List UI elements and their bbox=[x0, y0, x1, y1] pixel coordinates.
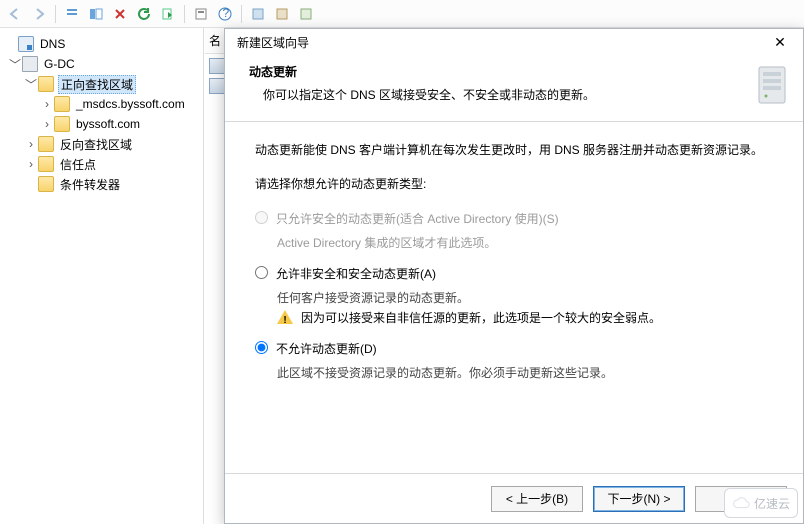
dialog-subheading: 你可以指定这个 DNS 区域接受安全、不安全或非动态的更新。 bbox=[249, 86, 747, 103]
tree-label: G-DC bbox=[42, 57, 77, 71]
dialog-body: 动态更新能使 DNS 客户端计算机在每次发生更改时，用 DNS 服务器注册并动态… bbox=[225, 122, 803, 473]
show-hide-tree-button[interactable] bbox=[85, 3, 107, 25]
svg-text:?: ? bbox=[223, 7, 230, 20]
radio-nonsecure-and-secure[interactable]: 允许非安全和安全动态更新(A) bbox=[255, 264, 779, 284]
server-illustration-icon bbox=[753, 63, 791, 107]
expand-toggle[interactable]: ﹀ bbox=[24, 76, 38, 93]
tree-label: 反向查找区域 bbox=[58, 136, 134, 153]
prompt-text: 请选择你想允许的动态更新类型: bbox=[255, 174, 779, 194]
warning-icon bbox=[277, 310, 293, 324]
dialog-titlebar: 新建区域向导 ✕ bbox=[225, 29, 803, 55]
new-zone-wizard-dialog: 新建区域向导 ✕ 动态更新 你可以指定这个 DNS 区域接受安全、不安全或非动态… bbox=[224, 28, 804, 524]
properties-button[interactable] bbox=[190, 3, 212, 25]
dialog-header: 动态更新 你可以指定这个 DNS 区域接受安全、不安全或非动态的更新。 bbox=[225, 55, 803, 122]
tree-zone-byssoft[interactable]: › byssoft.com bbox=[0, 114, 203, 134]
folder-icon bbox=[38, 76, 54, 92]
expand-toggle[interactable]: ﹀ bbox=[8, 56, 22, 73]
expand-toggle[interactable]: › bbox=[24, 137, 38, 151]
cloud-icon bbox=[732, 494, 750, 512]
list-item[interactable] bbox=[209, 78, 225, 94]
radio-secure-only: 只允许安全的动态更新(适合 Active Directory 使用)(S) bbox=[255, 209, 779, 229]
zone-icon bbox=[54, 116, 70, 132]
watermark: 亿速云 bbox=[724, 488, 798, 518]
tree-zone-msdcs[interactable]: › _msdcs.byssoft.com bbox=[0, 94, 203, 114]
tree-server[interactable]: ﹀ G-DC bbox=[0, 54, 203, 74]
tree-label: _msdcs.byssoft.com bbox=[74, 97, 187, 111]
radio-group: 只允许安全的动态更新(适合 Active Directory 使用)(S) Ac… bbox=[255, 209, 779, 384]
folder-icon bbox=[38, 156, 54, 172]
forward-button[interactable] bbox=[28, 3, 50, 25]
back-button[interactable] bbox=[4, 3, 26, 25]
server-icon bbox=[22, 56, 38, 72]
mmc-toolbar: ? bbox=[0, 0, 804, 28]
intro-text: 动态更新能使 DNS 客户端计算机在每次发生更改时，用 DNS 服务器注册并动态… bbox=[255, 140, 779, 160]
delete-button[interactable] bbox=[109, 3, 131, 25]
radio-no-dynamic-updates[interactable]: 不允许动态更新(D) bbox=[255, 339, 779, 359]
filter3-button[interactable] bbox=[295, 3, 317, 25]
list-item[interactable] bbox=[209, 58, 225, 74]
dialog-footer: < 上一步(B) 下一步(N) > 取消 bbox=[225, 473, 803, 523]
help-button[interactable]: ? bbox=[214, 3, 236, 25]
zone-icon bbox=[54, 96, 70, 112]
tree-pane: DNS ﹀ G-DC ﹀ 正向查找区域 › _msdcs.byssoft.com › b… bbox=[0, 28, 204, 524]
up-button[interactable] bbox=[61, 3, 83, 25]
tree-trust-points[interactable]: › 信任点 bbox=[0, 154, 203, 174]
next-button[interactable]: 下一步(N) > bbox=[593, 486, 685, 512]
dialog-close-button[interactable]: ✕ bbox=[763, 31, 797, 53]
folder-icon bbox=[38, 136, 54, 152]
tree-label: 条件转发器 bbox=[58, 176, 122, 193]
tree-forward-zones[interactable]: ﹀ 正向查找区域 bbox=[0, 74, 203, 94]
radio-none-desc: 此区域不接受资源记录的动态更新。你必须手动更新这些记录。 bbox=[255, 363, 779, 383]
dialog-heading: 动态更新 bbox=[249, 63, 747, 80]
tree-label: byssoft.com bbox=[74, 117, 142, 131]
tree-root-dns[interactable]: DNS bbox=[0, 34, 203, 54]
radio-input[interactable] bbox=[255, 266, 268, 279]
expand-toggle[interactable]: › bbox=[24, 157, 38, 171]
dialog-title: 新建区域向导 bbox=[237, 34, 763, 51]
radio-input[interactable] bbox=[255, 341, 268, 354]
folder-icon bbox=[38, 176, 54, 192]
tree-label: DNS bbox=[38, 37, 67, 51]
radio-nonsecure-desc: 任何客户接受资源记录的动态更新。 bbox=[255, 288, 779, 308]
filter2-button[interactable] bbox=[271, 3, 293, 25]
warning-row: 因为可以接受来自非信任源的更新，此选项是一个较大的安全弱点。 bbox=[255, 308, 779, 328]
warning-text: 因为可以接受来自非信任源的更新，此选项是一个较大的安全弱点。 bbox=[301, 308, 661, 328]
tree-reverse-zones[interactable]: › 反向查找区域 bbox=[0, 134, 203, 154]
tree-cond-forwarders[interactable]: 条件转发器 bbox=[0, 174, 203, 194]
filter1-button[interactable] bbox=[247, 3, 269, 25]
refresh-button[interactable] bbox=[133, 3, 155, 25]
expand-toggle[interactable]: › bbox=[40, 117, 54, 131]
export-button[interactable] bbox=[157, 3, 179, 25]
radio-input bbox=[255, 211, 268, 224]
back-button[interactable]: < 上一步(B) bbox=[491, 486, 583, 512]
expand-toggle[interactable]: › bbox=[40, 97, 54, 111]
radio-secure-only-desc: Active Directory 集成的区域才有此选项。 bbox=[255, 233, 779, 253]
dns-icon bbox=[18, 36, 34, 52]
tree-label: 信任点 bbox=[58, 156, 98, 173]
tree-label: 正向查找区域 bbox=[58, 75, 136, 94]
